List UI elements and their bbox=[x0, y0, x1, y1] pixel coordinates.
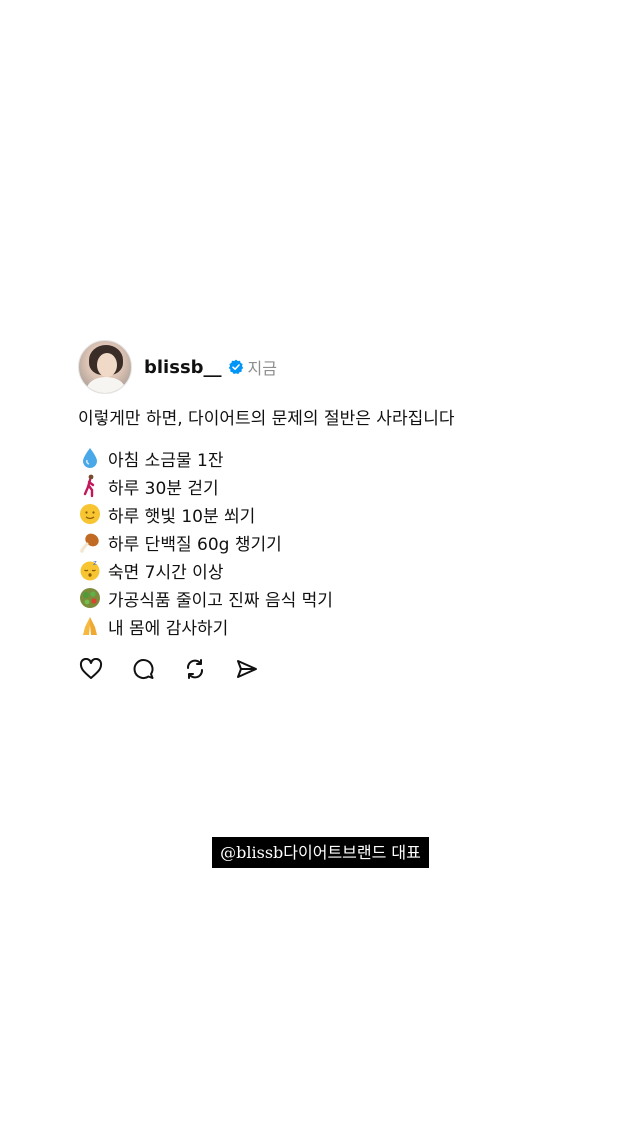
chicken-leg-icon bbox=[78, 530, 102, 554]
post-caption: 이렇게만 하면, 다이어트의 문제의 절반은 사라집니다 bbox=[78, 409, 455, 429]
list-item: 내 몸에 감사하기 bbox=[78, 612, 598, 640]
post-actions bbox=[78, 656, 598, 682]
list-item-text: 하루 단백질 60g 챙기기 bbox=[108, 534, 282, 555]
list-item: 가공식품 줄이고 진짜 음식 먹기 bbox=[78, 584, 598, 612]
post-header: blissb__ 지금 bbox=[78, 340, 598, 394]
svg-text:z: z bbox=[93, 559, 97, 567]
list-item: 하루 30분 걷기 bbox=[78, 472, 598, 500]
repost-icon[interactable] bbox=[182, 656, 208, 682]
list-item: 하루 단백질 60g 챙기기 bbox=[78, 528, 598, 556]
avatar[interactable] bbox=[78, 340, 132, 394]
walking-person-icon bbox=[78, 474, 102, 498]
username[interactable]: blissb__ bbox=[144, 357, 222, 378]
sleeping-face-icon: z bbox=[78, 558, 102, 582]
list-item-text: 내 몸에 감사하기 bbox=[108, 618, 229, 639]
list-item-text: 하루 30분 걷기 bbox=[108, 478, 219, 499]
salad-icon bbox=[78, 586, 102, 610]
list-item: 아침 소금물 1잔 bbox=[78, 444, 598, 472]
droplet-icon bbox=[78, 446, 102, 470]
list-item-text: 숙면 7시간 이상 bbox=[108, 562, 224, 583]
sun-face-icon bbox=[78, 502, 102, 526]
list-item-text: 하루 햇빛 10분 쐬기 bbox=[108, 506, 256, 527]
share-icon[interactable] bbox=[234, 656, 260, 682]
list-item: 하루 햇빛 10분 쐬기 bbox=[78, 500, 598, 528]
post-timestamp: 지금 bbox=[247, 359, 277, 378]
story-page: blissb__ 지금 이렇게만 하면, 다이어트의 문제의 절반은 사라집니다… bbox=[0, 0, 640, 1136]
watermark-caption: @blissb다이어트브랜드 대표 bbox=[212, 837, 429, 868]
list-item: z 숙면 7시간 이상 bbox=[78, 556, 598, 584]
list-item-text: 가공식품 줄이고 진짜 음식 먹기 bbox=[108, 590, 333, 611]
comment-icon[interactable] bbox=[130, 656, 156, 682]
verified-badge-icon bbox=[228, 359, 244, 375]
checklist: 아침 소금물 1잔 하루 30분 걷기 하루 햇빛 10분 쐬기 하루 단백질 … bbox=[78, 444, 598, 640]
list-item-text: 아침 소금물 1잔 bbox=[108, 450, 224, 471]
folded-hands-icon bbox=[78, 614, 102, 638]
threads-post-card: blissb__ 지금 이렇게만 하면, 다이어트의 문제의 절반은 사라집니다… bbox=[78, 340, 598, 682]
heart-icon[interactable] bbox=[78, 656, 104, 682]
